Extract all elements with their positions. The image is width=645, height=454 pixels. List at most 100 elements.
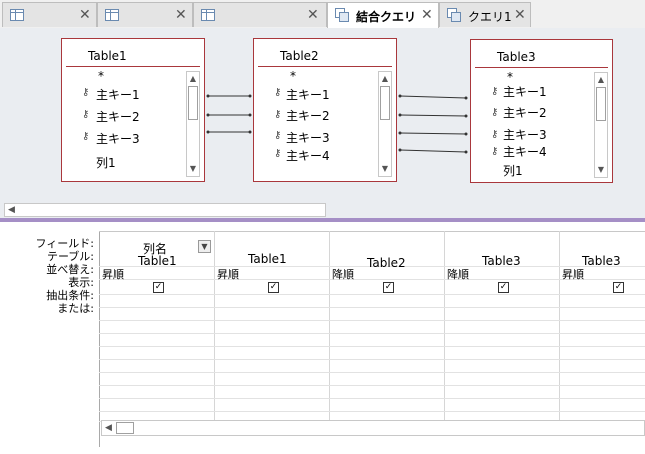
table-cell[interactable]: Table1 <box>248 252 287 266</box>
field-item[interactable]: 主キー4 <box>503 143 547 160</box>
show-checkbox[interactable]: ✓ <box>613 282 624 293</box>
scroll-thumb[interactable] <box>596 87 606 121</box>
show-checkbox[interactable]: ✓ <box>383 282 394 293</box>
close-icon[interactable]: ✕ <box>514 6 526 24</box>
sort-cell[interactable]: 昇順 <box>102 266 124 282</box>
table-cell[interactable]: Table1 <box>138 254 177 268</box>
scroll-left-icon[interactable]: ◀ <box>8 204 15 216</box>
query-icon <box>447 8 461 22</box>
chevron-down-icon[interactable]: ▼ <box>198 240 211 253</box>
close-icon[interactable]: ✕ <box>79 6 91 24</box>
scroll-left-icon[interactable]: ◀ <box>105 422 112 434</box>
table-box-table2[interactable]: Table2 * ⚷ 主キー1 ⚷ 主キー2 ⚷ 主キー3 ⚷ 主キー4 ▲ ▼ <box>253 38 397 182</box>
row-label-or: または: <box>57 302 94 315</box>
scroll-down-icon[interactable]: ▼ <box>595 164 607 176</box>
table-cell[interactable]: Table3 <box>482 254 521 268</box>
column-divider <box>559 231 560 421</box>
key-icon: ⚷ <box>274 130 282 141</box>
horizontal-scrollbar[interactable]: ◀ <box>4 203 326 217</box>
column-divider <box>444 231 445 421</box>
join-line <box>399 149 467 153</box>
tab-join-query[interactable]: 結合クエリ ✕ <box>327 2 439 29</box>
show-checkbox[interactable]: ✓ <box>268 282 279 293</box>
field-item[interactable]: 主キー3 <box>286 129 330 146</box>
key-icon: ⚷ <box>82 109 90 120</box>
close-icon[interactable]: ✕ <box>175 6 187 24</box>
tab-table-b[interactable]: ✕ <box>97 2 193 27</box>
scroll-down-icon[interactable]: ▼ <box>379 163 391 175</box>
table-cell[interactable]: Table2 <box>367 256 406 270</box>
table-box-table1[interactable]: Table1 * ⚷ 主キー1 ⚷ 主キー2 ⚷ 主キー3 列1 ▲ ▼ <box>61 38 205 182</box>
field-item[interactable]: 主キー2 <box>96 108 140 125</box>
field-item[interactable]: 主キー1 <box>503 83 547 100</box>
field-item[interactable]: * <box>290 69 296 83</box>
vertical-scrollbar[interactable]: ▲ ▼ <box>594 72 608 178</box>
row-line <box>99 398 645 399</box>
table-icon <box>10 9 24 21</box>
scroll-thumb[interactable] <box>380 86 390 120</box>
vertical-scrollbar[interactable]: ▲ ▼ <box>186 71 200 177</box>
scroll-thumb[interactable] <box>188 86 198 120</box>
key-icon: ⚷ <box>274 148 282 159</box>
row-line <box>99 307 645 308</box>
tab-label: 結合クエリ <box>356 10 417 24</box>
table-icon <box>105 9 119 21</box>
field-item[interactable]: 主キー1 <box>96 86 140 103</box>
field-item[interactable]: 主キー3 <box>96 130 140 147</box>
table-box-table3[interactable]: Table3 * ⚷ 主キー1 ⚷ 主キー2 ⚷ 主キー3 ⚷ 主キー4 列1 … <box>470 39 613 183</box>
close-icon[interactable]: ✕ <box>307 6 319 24</box>
field-item[interactable]: * <box>98 69 104 83</box>
key-icon: ⚷ <box>491 86 499 97</box>
grid-top-edge <box>99 231 645 232</box>
sort-cell[interactable]: 昇順 <box>217 266 239 282</box>
row-line <box>99 372 645 373</box>
scroll-up-icon[interactable]: ▲ <box>595 74 607 86</box>
row-label-field: フィールド: <box>35 237 95 250</box>
field-item[interactable]: 主キー3 <box>503 126 547 143</box>
tab-table-a[interactable]: ✕ <box>2 2 97 27</box>
field-item[interactable]: 主キー1 <box>286 86 330 103</box>
join-line <box>399 132 467 135</box>
scroll-thumb[interactable] <box>116 422 134 434</box>
tab-query1[interactable]: クエリ1 ✕ <box>439 2 531 27</box>
sort-cell[interactable]: 昇順 <box>562 266 584 282</box>
key-icon: ⚷ <box>491 129 499 140</box>
sort-cell[interactable]: 降順 <box>447 266 469 282</box>
key-icon: ⚷ <box>82 87 90 98</box>
field-item[interactable]: 列1 <box>503 162 523 179</box>
field-item[interactable]: 主キー2 <box>503 104 547 121</box>
field-item[interactable]: 主キー2 <box>286 107 330 124</box>
vertical-scrollbar[interactable]: ▲ ▼ <box>378 71 392 177</box>
tab-label: クエリ1 <box>468 10 512 24</box>
row-line <box>99 346 645 347</box>
key-icon: ⚷ <box>491 146 499 157</box>
close-icon[interactable]: ✕ <box>421 6 433 24</box>
scroll-up-icon[interactable]: ▲ <box>187 73 199 85</box>
row-label-table: テーブル: <box>46 250 94 263</box>
design-grid: フィールド: テーブル: 並べ替え: 表示: 抽出条件: または: 列名 ▼ T… <box>0 222 645 454</box>
horizontal-scrollbar[interactable]: ◀ <box>101 420 645 436</box>
row-line <box>99 333 645 334</box>
query-icon <box>335 8 349 22</box>
table-cell[interactable]: Table3 <box>582 254 621 268</box>
table-title: Table1 <box>88 49 127 63</box>
field-item[interactable]: * <box>507 70 513 84</box>
document-tab-strip: ✕ ✕ ✕ 結合クエリ ✕ クエリ1 ✕ <box>0 0 645 29</box>
key-icon: ⚷ <box>274 87 282 98</box>
title-divider <box>258 66 392 67</box>
field-item[interactable]: 列1 <box>96 154 116 171</box>
sort-cell[interactable]: 降順 <box>332 266 354 282</box>
field-item[interactable]: 主キー4 <box>286 147 330 164</box>
tab-table-c[interactable]: ✕ <box>193 2 327 27</box>
scroll-down-icon[interactable]: ▼ <box>187 163 199 175</box>
row-label-show: 表示: <box>68 276 94 289</box>
title-divider <box>475 67 608 68</box>
scroll-up-icon[interactable]: ▲ <box>379 73 391 85</box>
show-checkbox[interactable]: ✓ <box>498 282 509 293</box>
row-line <box>99 411 645 412</box>
row-line <box>99 294 645 295</box>
table-title: Table3 <box>497 50 536 64</box>
show-checkbox[interactable]: ✓ <box>153 282 164 293</box>
column-divider <box>214 231 215 421</box>
table-title: Table2 <box>280 49 319 63</box>
